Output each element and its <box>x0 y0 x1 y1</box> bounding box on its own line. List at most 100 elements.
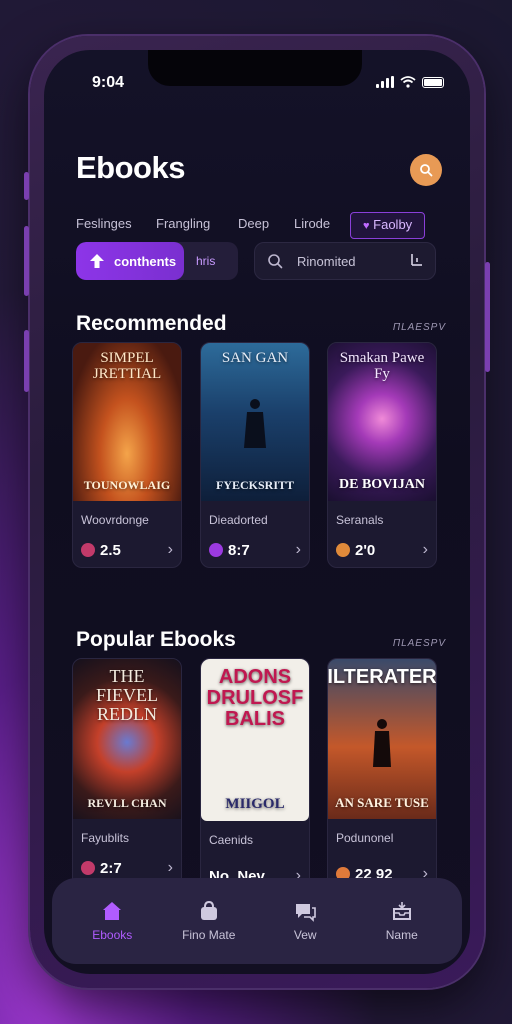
book-card[interactable]: SIMPEL JRETTIAL TOUNOWLAIG Woovrdonge 2.… <box>72 342 182 568</box>
rating: 8:7 <box>209 542 250 559</box>
figure-silhouette-icon <box>244 399 266 449</box>
volume-down-button <box>24 330 29 392</box>
nav-item-ebooks[interactable]: Ebooks <box>72 900 152 942</box>
see-all-recommended[interactable]: ПLAESPV <box>393 322 446 333</box>
chevron-right-icon[interactable]: › <box>296 541 301 559</box>
notch <box>148 50 362 86</box>
inbox-icon <box>392 902 411 920</box>
figure-silhouette-icon <box>373 718 391 767</box>
phone-frame: 9:04 Ebooks Feslinges Frangling Deep Lir… <box>24 36 490 988</box>
rating-dot-icon <box>81 861 95 875</box>
rating: 2:7 <box>81 860 122 877</box>
book-title: Seranals <box>336 513 384 527</box>
nav-label: Fino Mate <box>182 928 236 942</box>
rating-value: 8:7 <box>228 541 250 559</box>
heart-icon: ♥ <box>363 220 370 232</box>
nav-label: Vew <box>293 928 317 942</box>
rating-dot-icon <box>81 543 95 557</box>
book-title: Woovrdonge <box>81 513 149 527</box>
chip-lirode[interactable]: Lirode <box>294 212 330 236</box>
toggle-option-inactive[interactable]: hris <box>196 242 215 280</box>
book-title: Caenids <box>209 833 254 847</box>
chip-frangling[interactable]: Frangling <box>156 212 210 236</box>
cover-title: ADONS DRULOSF BALIS <box>206 666 304 730</box>
book-card[interactable]: THE FIEVEL REDLN REVLL CHAN Fayublits 2:… <box>72 658 182 888</box>
rating: 2.5 <box>81 542 121 559</box>
book-title: Fayublits <box>81 831 130 845</box>
cover-subtitle: REVLL CHAN <box>87 796 167 810</box>
nav-item-fino-mate[interactable]: Fino Mate <box>169 900 249 942</box>
power-button <box>485 262 490 372</box>
rating-value: 2'0 <box>355 541 376 559</box>
nav-item-name[interactable]: Name <box>362 900 442 942</box>
chevron-right-icon[interactable]: › <box>168 541 173 559</box>
book-cover: Smakan Pawe Fy DE BOVIJAN <box>328 343 436 501</box>
section-title-popular: Popular Ebooks <box>76 628 236 651</box>
nav-label: Ebooks <box>92 928 133 942</box>
search-icon <box>268 254 283 269</box>
content-toggle[interactable]: conthents hris <box>76 242 238 280</box>
cover-title: THE FIEVEL REDLN <box>96 666 158 724</box>
rating-dot-icon <box>209 543 223 557</box>
page-title: Ebooks <box>76 150 185 185</box>
book-cover: SIMPEL JRETTIAL TOUNOWLAIG <box>73 343 181 501</box>
nav-item-vew[interactable]: Vew <box>265 900 345 942</box>
side-button <box>24 172 29 200</box>
book-cover: ADONS DRULOSF BALIS MIIGOL <box>201 659 309 821</box>
book-title: Podunonel <box>336 831 394 845</box>
screen: 9:04 Ebooks Feslinges Frangling Deep Lir… <box>44 50 470 974</box>
book-card[interactable]: ADONS DRULOSF BALIS MIIGOL Caenids No. N… <box>200 658 310 898</box>
wifi-icon <box>400 76 416 88</box>
nav-label: Name <box>385 928 418 942</box>
book-title: Dieadorted <box>209 513 268 527</box>
book-cover: ILTERATER AN SARE TUSE <box>328 659 436 819</box>
status-time: 9:04 <box>92 74 125 91</box>
rating-value: 2:7 <box>100 859 122 877</box>
search-input[interactable] <box>297 253 387 269</box>
status-icons <box>376 76 444 88</box>
volume-up-button <box>24 226 29 296</box>
book-card[interactable]: SAN GAN FYECKSRITT Dieadorted 8:7 › <box>200 342 310 568</box>
cover-subtitle: MIIGOL <box>225 796 285 812</box>
book-cover: THE FIEVEL REDLN REVLL CHAN <box>73 659 181 819</box>
arrow-up-icon <box>90 254 104 268</box>
cover-subtitle: AN SARE TUSE <box>335 795 429 810</box>
book-cover: SAN GAN FYECKSRITT <box>201 343 309 501</box>
rating-dot-icon <box>336 543 350 557</box>
signal-icon <box>376 76 394 88</box>
search-field[interactable] <box>254 242 436 280</box>
chip-favorites-label: Faolby <box>373 217 413 232</box>
book-meta: 8:7 › <box>201 527 309 559</box>
chip-feslinges[interactable]: Feslinges <box>76 212 132 236</box>
cover-title: ILTERATER <box>328 666 436 688</box>
chip-favorites[interactable]: ♥ Faolby <box>350 212 426 239</box>
battery-icon <box>422 76 444 88</box>
book-card[interactable]: ILTERATER AN SARE TUSE Podunonel 22 92 › <box>327 658 437 898</box>
book-meta: 2:7 › <box>73 845 181 877</box>
cover-subtitle: TOUNOWLAIG <box>83 478 171 492</box>
cover-title: SIMPEL JRETTIAL <box>92 350 162 382</box>
rating: 2'0 <box>336 542 375 559</box>
chevron-right-icon[interactable]: › <box>423 541 428 559</box>
filter-icon[interactable] <box>409 253 423 269</box>
toggle-option-active[interactable]: conthents <box>76 242 184 280</box>
see-all-popular[interactable]: ПLAESPV <box>393 638 446 649</box>
chevron-right-icon[interactable]: › <box>168 859 173 877</box>
category-chips: Feslinges Frangling Deep Lirode ♥ Faolby <box>76 212 442 239</box>
search-button[interactable] <box>410 154 442 186</box>
chip-deep[interactable]: Deep <box>238 212 269 236</box>
search-icon <box>420 164 433 177</box>
home-icon <box>103 902 122 920</box>
cover-title: Smakan Pawe Fy <box>339 350 425 382</box>
rating-value: 2.5 <box>100 541 121 559</box>
section-title-recommended: Recommended <box>76 312 227 335</box>
chat-icon <box>296 904 317 922</box>
toggle-active-label: conthents <box>114 253 177 269</box>
cover-title: SAN GAN <box>221 350 289 366</box>
book-card[interactable]: Smakan Pawe Fy DE BOVIJAN Seranals 2'0 › <box>327 342 437 568</box>
cover-subtitle: DE BOVIJAN <box>339 477 425 492</box>
bottom-nav: Ebooks Fino Mate Vew Name <box>52 878 462 964</box>
bag-icon <box>200 900 217 920</box>
book-meta: 2'0 › <box>328 527 436 559</box>
cover-subtitle: FYECKSRITT <box>215 478 295 492</box>
